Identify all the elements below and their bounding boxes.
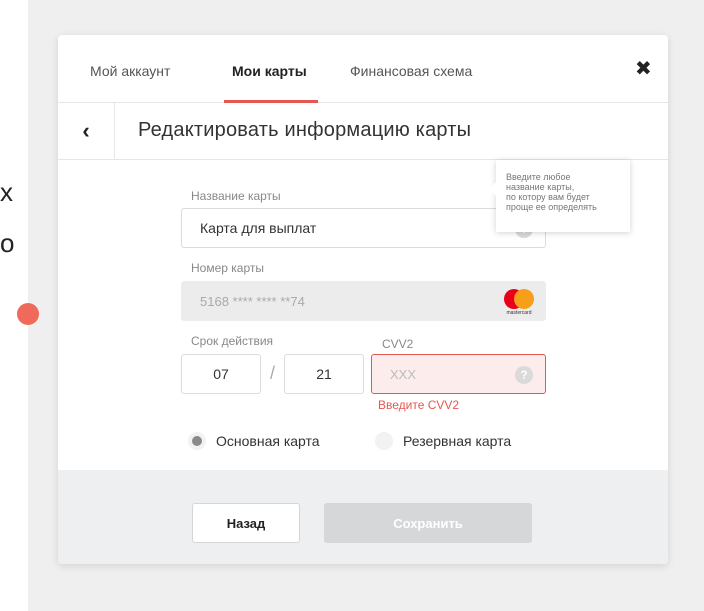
background-text: о [0, 228, 15, 258]
expiry-year-input[interactable]: 21 [284, 354, 364, 394]
back-button[interactable]: Назад [192, 503, 300, 543]
expiry-month-input[interactable]: 07 [181, 354, 261, 394]
radio-backup-card[interactable]: Резервная карта [375, 432, 511, 450]
expiry-label: Срок действия [191, 334, 274, 348]
subheader: ‹ Редактировать информацию карты [58, 103, 668, 160]
page-title: Редактировать информацию карты [138, 119, 472, 141]
tooltip-line: Введите любое [506, 172, 571, 182]
tooltip-line: проще ее определять [506, 202, 597, 212]
mastercard-logo-icon: mastercard [501, 289, 537, 317]
card-number-label: Номер карты [191, 261, 264, 275]
back-arrow-button[interactable]: ‹ [58, 103, 115, 159]
card-name-value: Карта для выплат [200, 220, 317, 236]
background-text: х [0, 177, 13, 207]
help-icon[interactable]: ? [515, 366, 533, 384]
radio-selected-icon [188, 432, 206, 450]
close-icon[interactable]: ✖ [635, 59, 652, 79]
tooltip-line: по котору вам будет [506, 192, 590, 202]
tab-my-cards[interactable]: Мои карты [232, 63, 307, 79]
card-name-label: Название карты [191, 189, 281, 203]
card-number-field: 5168 **** **** **74 mastercard [181, 281, 546, 321]
save-button[interactable]: Сохранить [324, 503, 532, 543]
expiry-separator: / [270, 363, 276, 383]
edit-card-modal: Мой аккаунт Мои карты Финансовая схема ✖… [58, 35, 668, 564]
tab-financial-scheme[interactable]: Финансовая схема [350, 63, 472, 79]
radio-primary-card[interactable]: Основная карта [188, 432, 320, 450]
cvv-label: CVV2 [382, 337, 414, 351]
tooltip-line: название карты, [506, 182, 575, 192]
radio-primary-label: Основная карта [216, 433, 320, 449]
radio-unselected-icon [375, 432, 393, 450]
card-name-input[interactable]: Карта для выплат ? [181, 208, 546, 248]
cvv-input[interactable]: XXX ? [371, 354, 546, 394]
modal-footer: Назад Сохранить [58, 470, 668, 564]
tab-bar: Мой аккаунт Мои карты Финансовая схема ✖ [58, 35, 668, 103]
background-dot [17, 303, 39, 325]
tab-my-account[interactable]: Мой аккаунт [90, 63, 170, 79]
chevron-left-icon: ‹ [82, 118, 90, 143]
cvv-placeholder: XXX [390, 366, 417, 382]
radio-backup-label: Резервная карта [403, 433, 512, 449]
cvv-error-message: Введите CVV2 [378, 398, 460, 412]
card-number-value: 5168 **** **** **74 [200, 293, 305, 309]
card-name-tooltip: Введите любое название карты, по котору … [489, 160, 630, 232]
